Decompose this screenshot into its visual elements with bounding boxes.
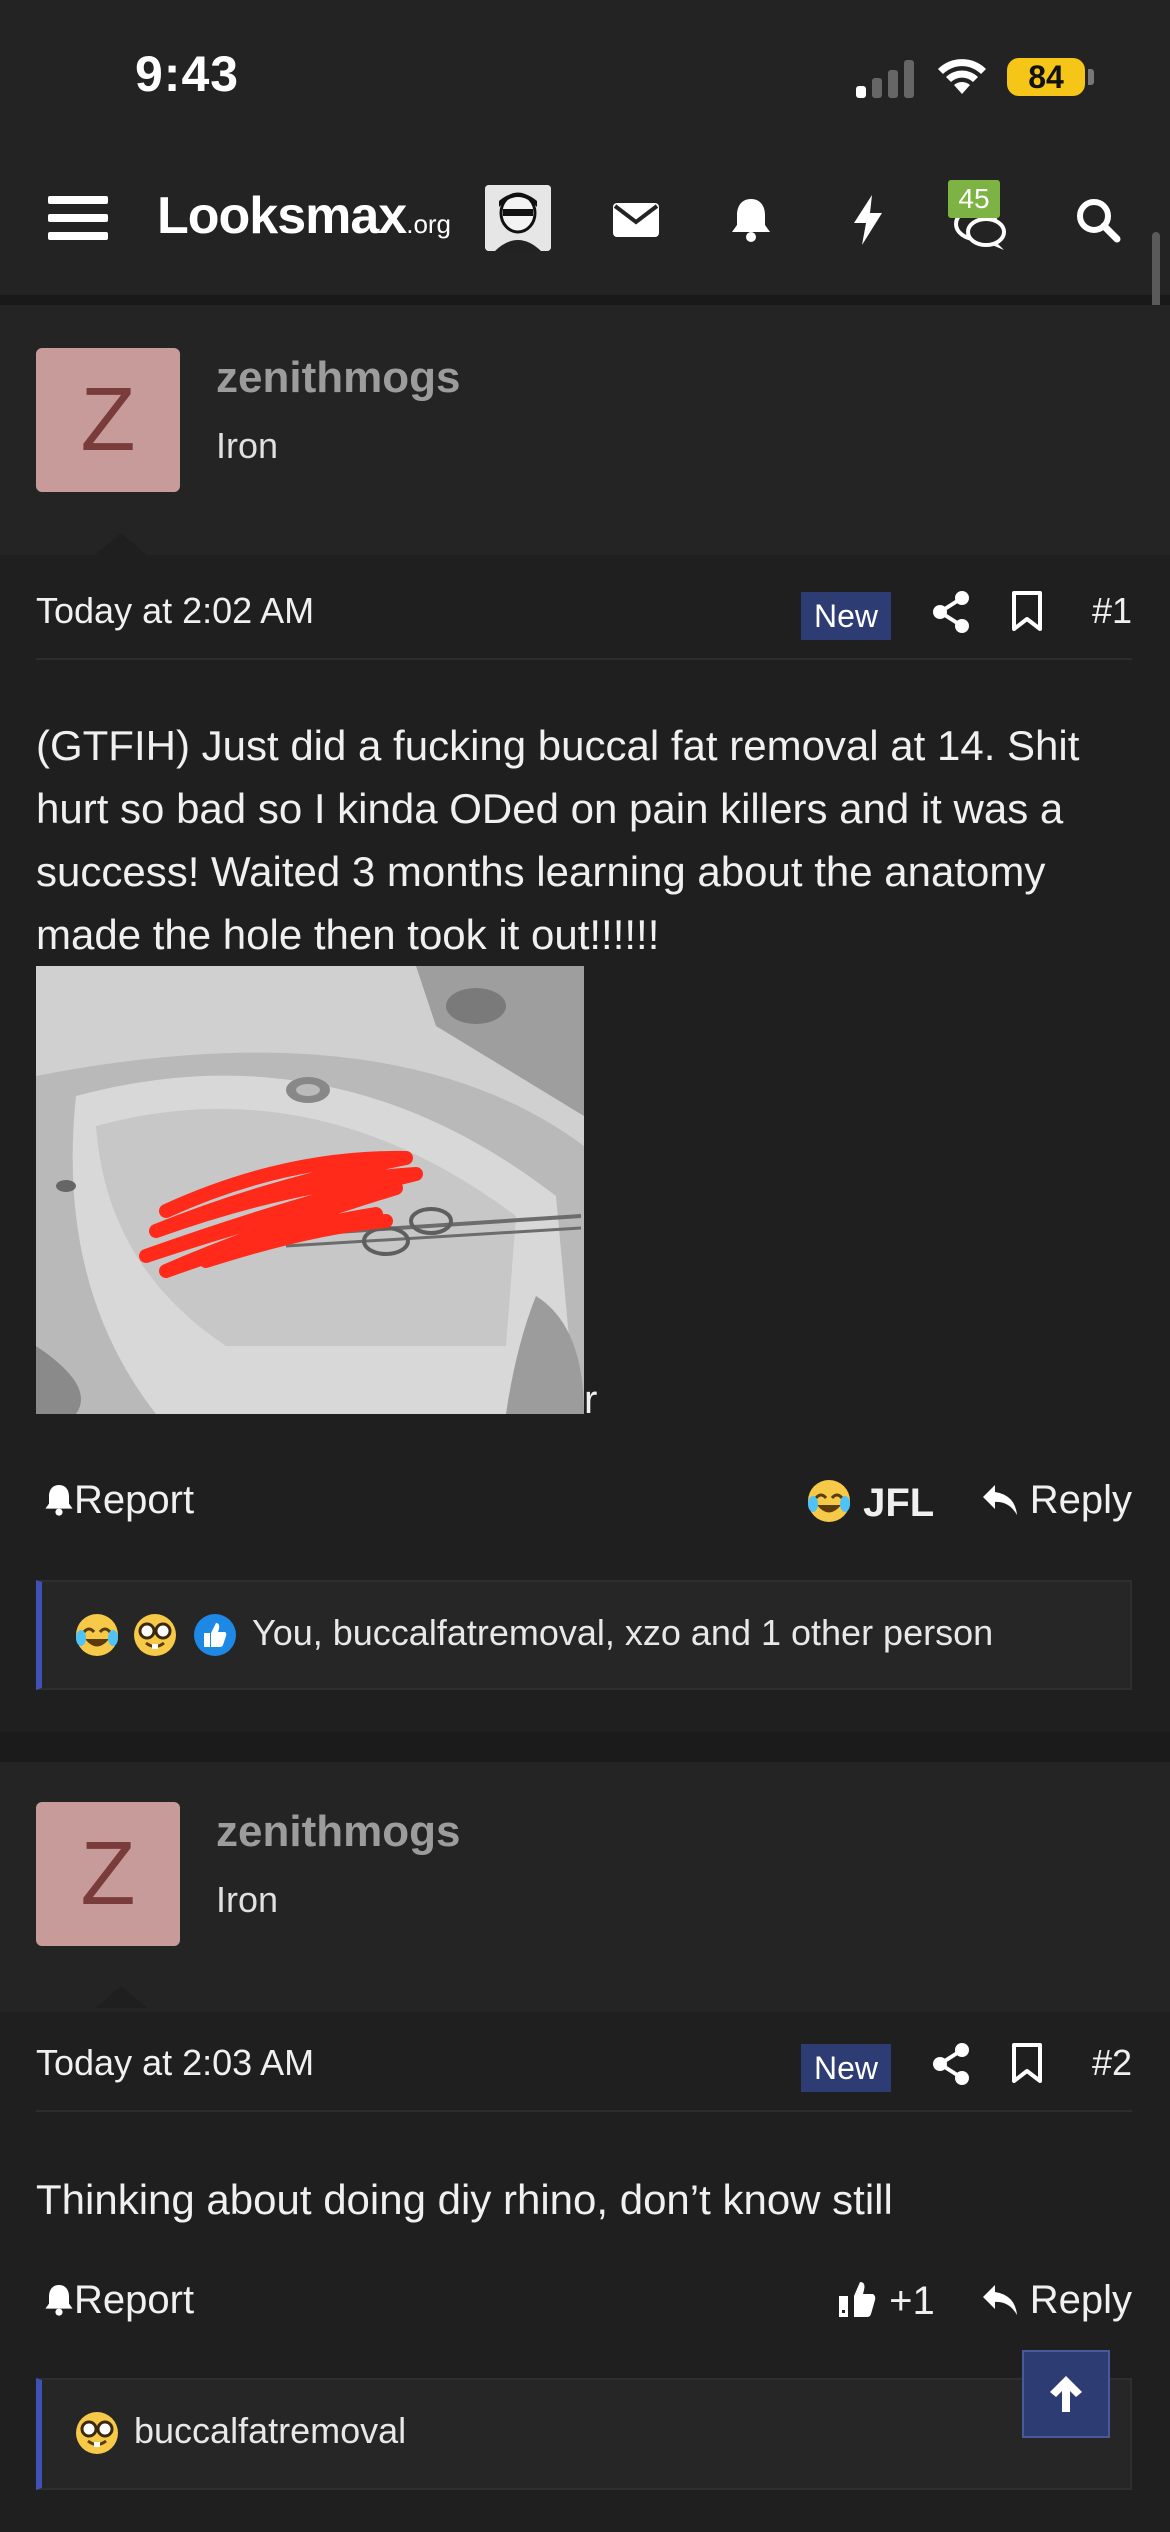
post-user-block: Z zenithmogs Iron (0, 305, 1170, 555)
menu-icon[interactable] (48, 192, 108, 244)
scroll-to-top-button[interactable] (1022, 2350, 1110, 2438)
search-icon[interactable] (1068, 190, 1128, 250)
top-nav: Looksmax.org 45 (0, 150, 1170, 305)
logo-main-text: Looksmax (157, 187, 407, 245)
bolt-icon[interactable] (838, 190, 898, 250)
report-label: Report (74, 1478, 195, 1522)
report-button[interactable]: Report (44, 1478, 194, 1523)
new-badge: New (801, 592, 891, 640)
cellular-signal-icon (856, 58, 916, 98)
post-author-avatar[interactable]: Z (36, 1802, 180, 1946)
share-icon[interactable] (931, 590, 971, 634)
post-user-block: Z zenithmogs Iron (0, 1762, 1170, 2012)
battery-indicator: 84 (1007, 58, 1085, 96)
post-date[interactable]: Today at 2:02 AM (36, 590, 314, 632)
image-trailing-text: r (584, 1378, 598, 1422)
reply-arrow-icon (982, 2285, 1017, 2315)
reply-button[interactable]: Reply (981, 2278, 1132, 2323)
share-icon[interactable] (931, 2042, 971, 2086)
post-author-name[interactable]: zenithmogs (216, 353, 460, 403)
post-meta: Today at 2:03 AM New #2 (36, 2020, 1132, 2112)
reply-arrow-icon (982, 1485, 1017, 1515)
logo-suffix-text: .org (406, 209, 452, 239)
post-attached-image[interactable] (36, 966, 584, 1414)
new-badge: New (801, 2044, 891, 2092)
bell-icon (45, 2285, 73, 2316)
post-pointer (95, 1986, 147, 2008)
post-author-rank: Iron (216, 425, 279, 466)
wifi-icon (938, 59, 986, 94)
nerd-emoji-icon (76, 2412, 118, 2454)
nerd-emoji-icon (134, 1614, 176, 1656)
reaction-label: JFL (863, 1481, 935, 1525)
bookmark-icon[interactable] (1011, 590, 1043, 632)
post-number[interactable]: #1 (1092, 590, 1132, 632)
reply-label: Reply (1029, 2278, 1132, 2322)
chat-count-badge: 45 (948, 180, 1000, 218)
reactions-summary-text: You, buccalfatremoval, xzo and 1 other p… (252, 1612, 994, 1653)
user-avatar[interactable] (485, 185, 551, 251)
mail-icon[interactable] (606, 190, 666, 250)
bookmark-icon[interactable] (1011, 2042, 1043, 2084)
reaction-button[interactable]: JFL (806, 1478, 934, 1526)
post-pointer (95, 533, 147, 555)
reactions-summary[interactable]: buccalfatremoval (36, 2378, 1132, 2490)
thumbs-up-emoji-icon (194, 1614, 236, 1656)
reply-label: Reply (1029, 1478, 1132, 1522)
site-logo[interactable]: Looksmax.org (157, 186, 451, 246)
laugh-cry-emoji-icon (808, 1480, 850, 1522)
post-actions: Report JFL Reply (36, 1478, 1132, 1538)
post-number[interactable]: #2 (1092, 2042, 1132, 2084)
post-author-avatar[interactable]: Z (36, 348, 180, 492)
laugh-cry-emoji-icon (76, 1614, 118, 1656)
reactions-summary-text: buccalfatremoval (134, 2410, 407, 2451)
report-label: Report (74, 2278, 195, 2322)
post-meta: Today at 2:02 AM New #1 (36, 568, 1132, 660)
battery-tip (1088, 69, 1094, 85)
reply-button[interactable]: Reply (981, 1478, 1132, 1523)
post-body: (GTFIH) Just did a fucking buccal fat re… (36, 722, 1080, 958)
post-actions: Report +1 Reply (36, 2278, 1132, 2338)
post-date[interactable]: Today at 2:03 AM (36, 2042, 314, 2084)
status-bar: 9:43 84 (0, 0, 1170, 150)
report-button[interactable]: Report (44, 2278, 194, 2323)
post-author-rank: Iron (216, 1879, 279, 1920)
arrow-up-icon (1050, 2376, 1082, 2412)
reaction-button[interactable]: +1 (836, 2278, 935, 2324)
post-author-name[interactable]: zenithmogs (216, 1807, 460, 1857)
post-separator (0, 1732, 1170, 1762)
post-body: Thinking about doing diy rhino, don’t kn… (36, 2176, 893, 2223)
thumbs-up-icon (839, 2282, 876, 2317)
bell-icon (45, 1485, 73, 1516)
reaction-label: +1 (889, 2279, 935, 2323)
status-time: 9:43 (135, 46, 240, 102)
reactions-summary[interactable]: You, buccalfatremoval, xzo and 1 other p… (36, 1580, 1132, 1690)
bell-icon[interactable] (721, 190, 781, 250)
